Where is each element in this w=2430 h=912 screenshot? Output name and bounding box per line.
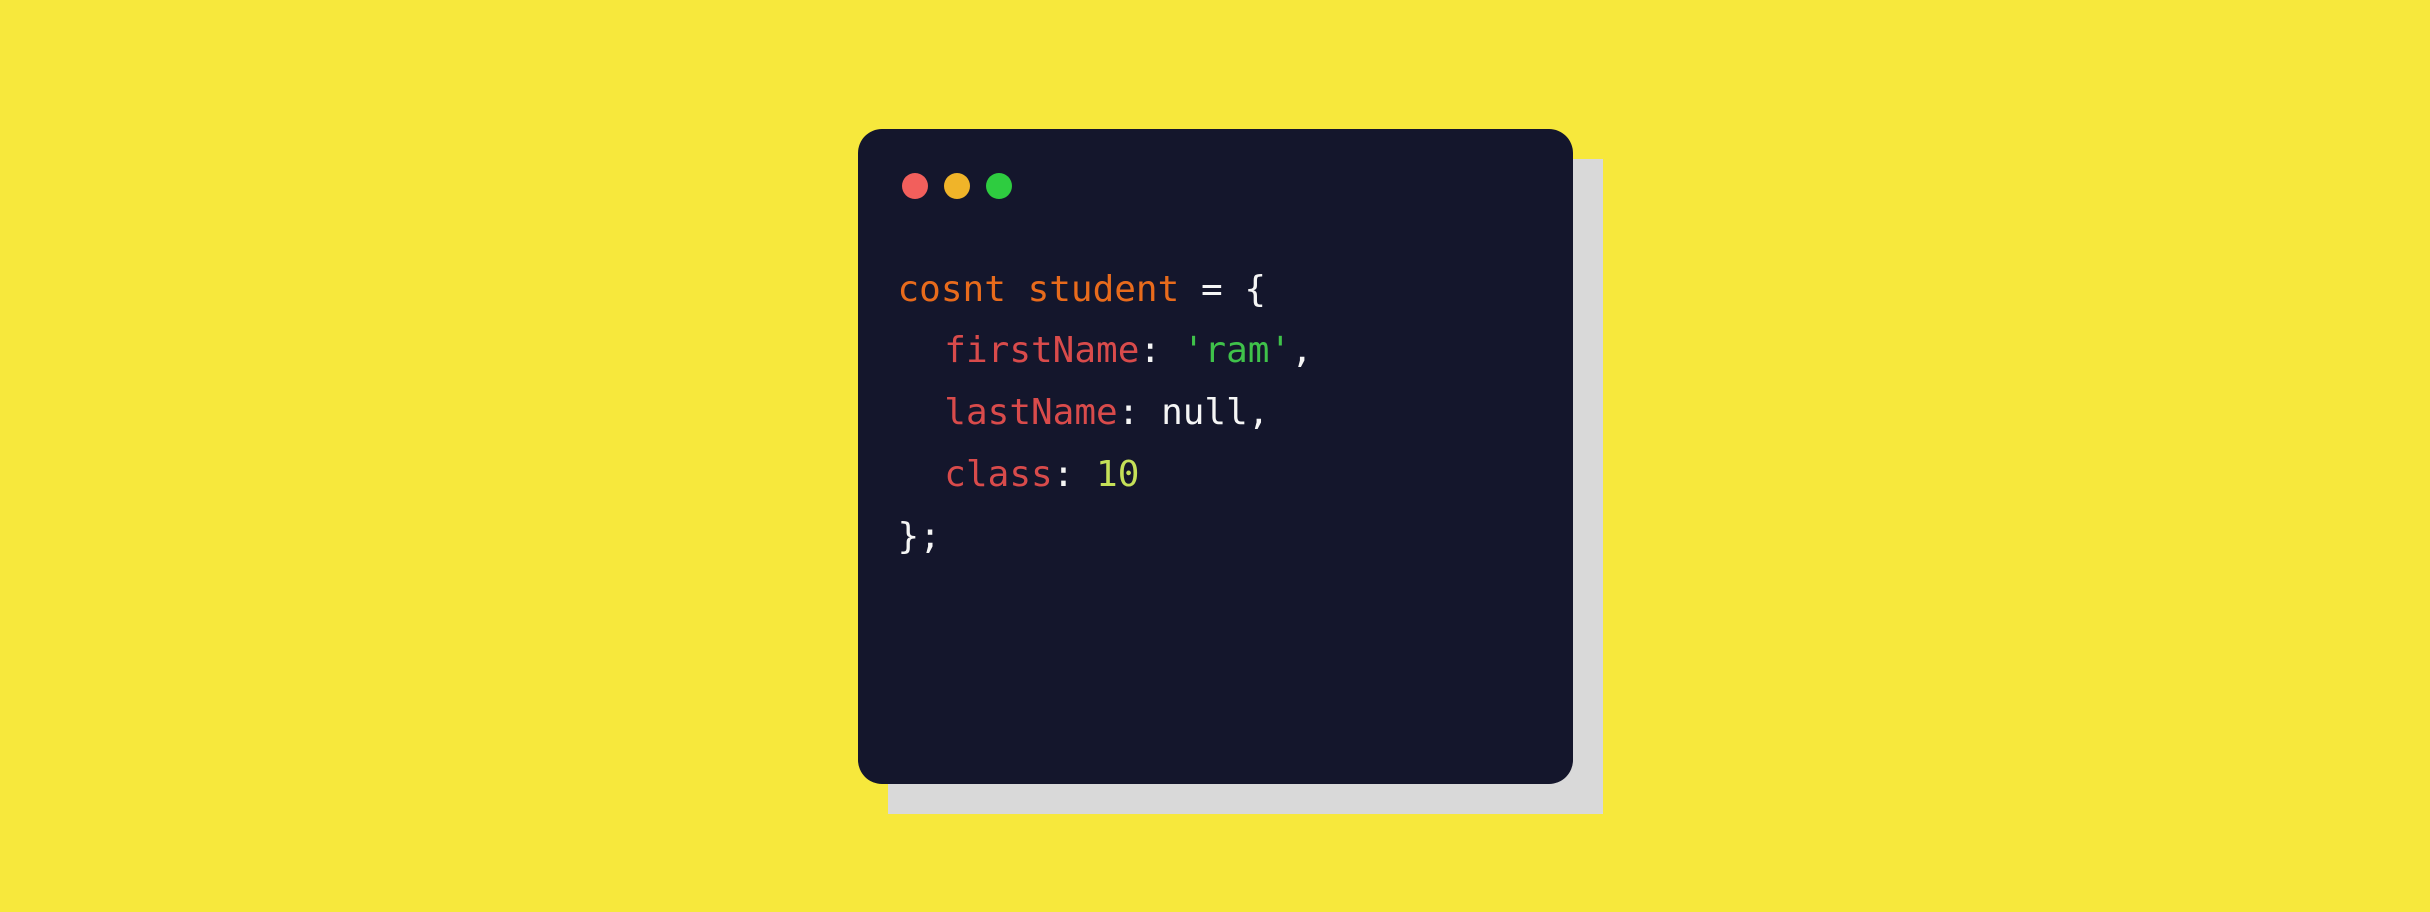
token-comma: , <box>1291 330 1313 371</box>
token-keyword: cosnt <box>898 269 1006 310</box>
token-comma: , <box>1248 392 1270 433</box>
minimize-icon <box>944 173 970 199</box>
token-number: 10 <box>1096 454 1139 495</box>
traffic-lights <box>902 173 1533 199</box>
code-block: cosnt student = { firstName: 'ram', last… <box>898 259 1533 569</box>
token-colon: : <box>1139 330 1161 371</box>
token-brace-open: { <box>1244 269 1266 310</box>
token-variable: student <box>1028 269 1180 310</box>
token-colon: : <box>1053 454 1075 495</box>
close-icon <box>902 173 928 199</box>
token-brace-close: } <box>898 516 920 557</box>
token-null: null <box>1161 392 1248 433</box>
code-window-wrapper: cosnt student = { firstName: 'ram', last… <box>858 129 1573 784</box>
token-string: 'ram' <box>1183 330 1291 371</box>
maximize-icon <box>986 173 1012 199</box>
token-property: lastName <box>944 392 1117 433</box>
token-colon: : <box>1118 392 1140 433</box>
token-semicolon: ; <box>919 516 941 557</box>
token-property: firstName <box>944 330 1139 371</box>
token-property: class <box>944 454 1052 495</box>
code-window: cosnt student = { firstName: 'ram', last… <box>858 129 1573 784</box>
token-equals: = <box>1201 269 1223 310</box>
